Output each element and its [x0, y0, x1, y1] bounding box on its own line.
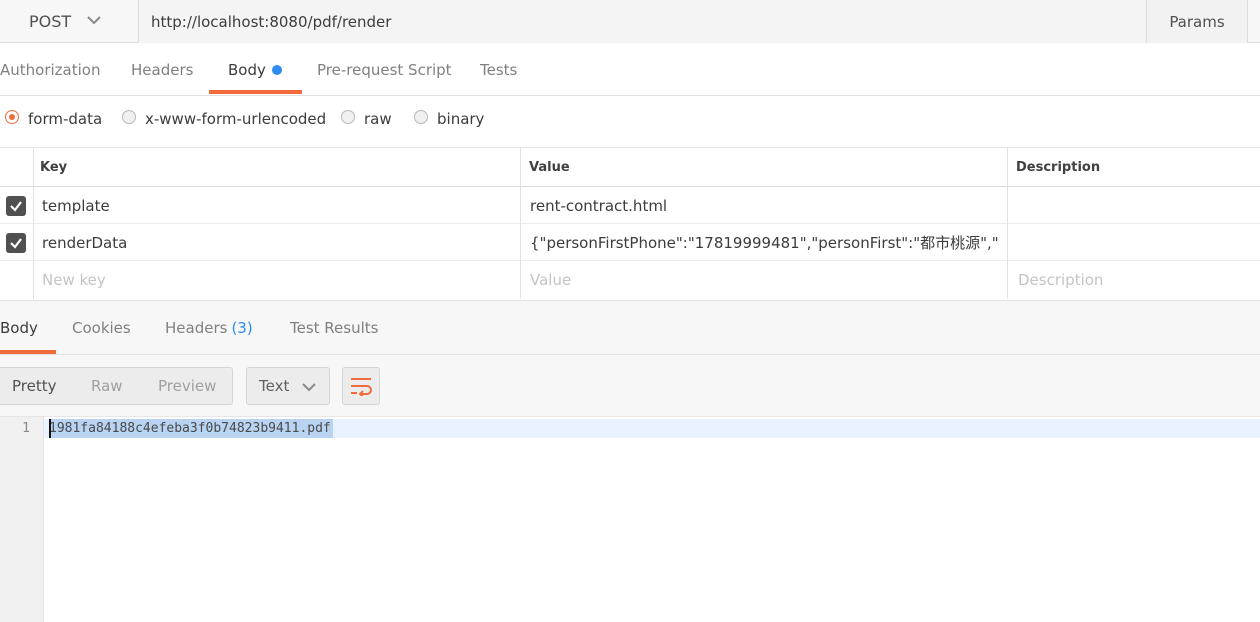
response-tab-headers[interactable]: Headers (3): [165, 301, 253, 354]
mode-label: form-data: [28, 110, 103, 128]
method-label: POST: [29, 12, 72, 31]
chevron-down-icon: [87, 16, 101, 25]
response-tab-test-results[interactable]: Test Results: [290, 301, 378, 354]
response-tab-cookies[interactable]: Cookies: [72, 301, 131, 354]
column-key: Key: [40, 160, 68, 175]
response-body-viewer[interactable]: 1 1981fa84188c4efeba3f0b74823b9411.pdf: [0, 417, 1260, 622]
row-checkbox[interactable]: [6, 196, 26, 216]
params-button[interactable]: Params: [1146, 0, 1248, 43]
radio-icon[interactable]: [122, 110, 136, 124]
tab-headers[interactable]: Headers: [131, 43, 193, 96]
mode-x-www-form-urlencoded[interactable]: x-www-form-urlencoded: [122, 96, 326, 142]
new-value-input[interactable]: Value: [530, 261, 1000, 298]
row-key[interactable]: template: [42, 187, 512, 224]
mode-label: raw: [364, 110, 392, 128]
row-checkbox[interactable]: [6, 233, 26, 253]
mode-label: x-www-form-urlencoded: [145, 110, 327, 128]
active-tab-indicator: [209, 90, 302, 94]
tab-label: Headers: [131, 60, 194, 79]
checkmark-icon: [10, 201, 22, 212]
request-bar: POST http://localhost:8080/pdf/render Pa…: [0, 0, 1260, 43]
tab-body[interactable]: Body: [209, 43, 302, 96]
format-label: Text: [259, 377, 290, 395]
wrap-lines-button[interactable]: [342, 367, 380, 405]
mode-label: binary: [437, 110, 485, 128]
text-cursor: [49, 419, 51, 438]
line-number-gutter: [0, 417, 44, 622]
method-select[interactable]: POST: [0, 0, 139, 43]
response-line-text[interactable]: 1981fa84188c4efeba3f0b74823b9411.pdf: [49, 419, 333, 438]
response-tab-body[interactable]: Body: [0, 301, 56, 354]
checkmark-icon: [10, 238, 22, 249]
column-divider: [520, 148, 521, 299]
request-tabs: Authorization Headers Body Pre-request S…: [0, 43, 1260, 96]
tab-label: Test Results: [290, 318, 379, 337]
radio-icon[interactable]: [414, 110, 428, 124]
table-header: Key Value Description: [0, 148, 1260, 187]
new-row: New key Value Description: [0, 261, 1260, 298]
tab-label: Tests: [480, 60, 518, 79]
new-key-input[interactable]: New key: [42, 261, 512, 298]
column-value: Value: [529, 160, 570, 175]
active-tab-indicator: [0, 350, 56, 354]
table-row: template rent-contract.html: [0, 187, 1260, 224]
header-count-badge: (3): [231, 318, 253, 337]
tab-label: Body: [0, 318, 38, 337]
tab-authorization[interactable]: Authorization: [0, 43, 100, 96]
form-data-table: Key Value Description template rent-cont…: [0, 148, 1260, 300]
radio-selected-icon[interactable]: [5, 110, 19, 124]
mode-raw[interactable]: raw: [341, 96, 392, 142]
url-text: http://localhost:8080/pdf/render: [151, 12, 392, 31]
new-description-input[interactable]: Description: [1018, 261, 1258, 298]
chevron-down-icon: [302, 383, 316, 392]
tab-label: Body: [228, 60, 266, 79]
view-raw-button[interactable]: Raw: [91, 368, 123, 404]
row-value[interactable]: {"personFirstPhone":"17819999481","perso…: [530, 224, 1000, 261]
radio-icon[interactable]: [341, 110, 355, 124]
modified-dot-icon: [271, 64, 282, 75]
wrap-lines-icon: [351, 378, 372, 396]
row-description[interactable]: [1018, 224, 1258, 261]
tab-label: Authorization: [0, 60, 101, 79]
tab-tests[interactable]: Tests: [480, 43, 517, 96]
row-value[interactable]: rent-contract.html: [530, 187, 1000, 224]
response-toolbar: Pretty Raw Preview Text: [0, 355, 1260, 417]
format-select[interactable]: Text: [246, 367, 330, 405]
view-mode-segmented-control: Pretty Raw Preview: [0, 367, 233, 405]
line-number: 1: [22, 421, 30, 436]
view-pretty-button[interactable]: Pretty: [12, 368, 57, 404]
mode-binary[interactable]: binary: [414, 96, 484, 142]
column-description: Description: [1016, 160, 1101, 175]
row-description[interactable]: [1018, 187, 1258, 224]
tab-pre-request-script[interactable]: Pre-request Script: [317, 43, 452, 96]
mode-form-data[interactable]: form-data: [5, 96, 102, 142]
view-preview-button[interactable]: Preview: [158, 368, 216, 404]
tab-label: Cookies: [72, 318, 131, 337]
column-divider: [1007, 148, 1008, 299]
url-input[interactable]: http://localhost:8080/pdf/render: [139, 0, 1146, 43]
column-divider: [33, 148, 34, 299]
tab-label: Pre-request Script: [317, 60, 452, 79]
body-mode-options: form-data x-www-form-urlencoded raw bina…: [0, 96, 1260, 148]
row-key[interactable]: renderData: [42, 224, 512, 261]
tab-label: Headers: [165, 318, 228, 337]
table-row: renderData {"personFirstPhone":"17819999…: [0, 224, 1260, 261]
response-tabs: Body Cookies Headers (3) Test Results: [0, 300, 1260, 355]
